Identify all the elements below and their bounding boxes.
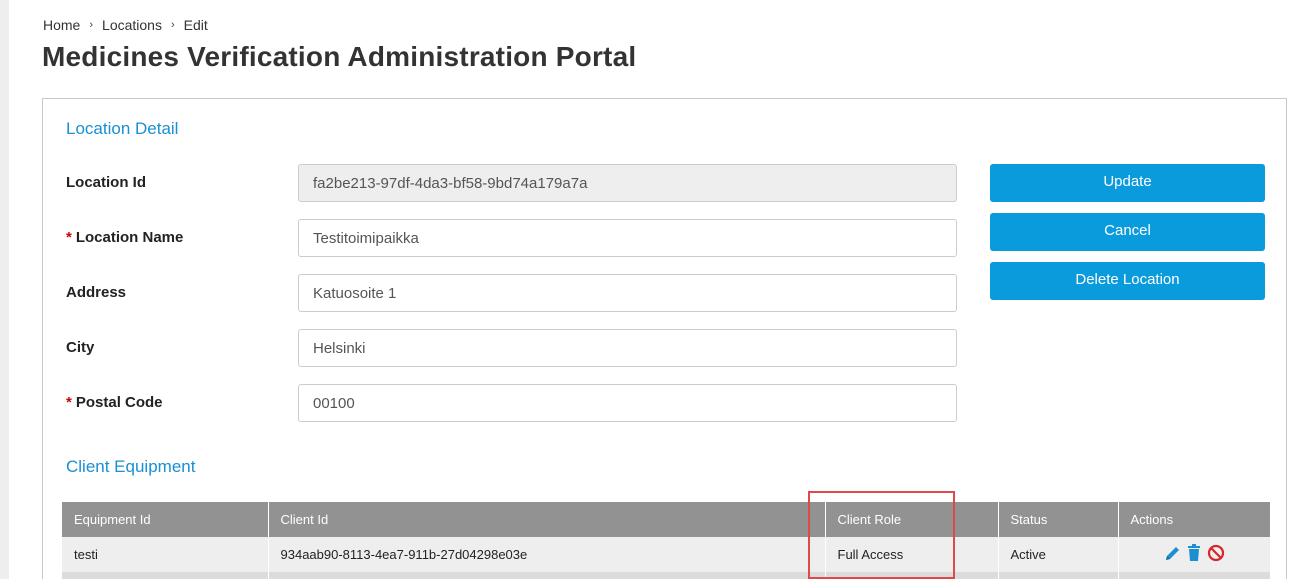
cell-actions: [1118, 537, 1270, 572]
postal-code-label: * Postal Code: [66, 394, 163, 411]
location-panel: Location Detail Location Id fa2be213-97d…: [42, 98, 1287, 579]
breadcrumb: Home › Locations › Edit: [43, 17, 208, 33]
table-row: testi 934aab90-8113-4ea7-911b-27d04298e0…: [62, 537, 1270, 572]
cancel-button[interactable]: Cancel: [990, 213, 1265, 251]
update-button[interactable]: Update: [990, 164, 1265, 202]
address-label: Address: [66, 284, 127, 301]
breadcrumb-home-link[interactable]: Home: [43, 17, 80, 33]
table-row: [62, 572, 1270, 579]
column-header-client-role[interactable]: Client Role: [825, 502, 999, 537]
table-cell: [268, 572, 826, 579]
cell-status: Active: [998, 537, 1119, 572]
page-title: Medicines Verification Administration Po…: [42, 41, 637, 72]
delete-location-button[interactable]: Delete Location: [990, 262, 1265, 300]
location-name-label-text: Location Name: [75, 229, 184, 246]
location-name-input[interactable]: Testitoimipaikka: [298, 219, 957, 257]
breadcrumb-separator: ›: [170, 19, 175, 31]
column-header-status[interactable]: Status: [998, 502, 1119, 537]
trash-icon[interactable]: [1187, 544, 1201, 565]
location-id-label: Location Id: [66, 174, 146, 191]
column-header-equipment-id[interactable]: Equipment Id: [62, 502, 269, 537]
table-cell: [825, 572, 999, 579]
location-id-field: fa2be213-97df-4da3-bf58-9bd74a179a7a: [298, 164, 957, 202]
column-header-client-id[interactable]: Client Id: [268, 502, 826, 537]
location-name-label: * Location Name: [66, 229, 183, 246]
address-input[interactable]: Katuosoite 1: [298, 274, 957, 312]
breadcrumb-current: Edit: [183, 17, 208, 33]
postal-code-label-text: Postal Code: [75, 394, 163, 411]
left-rail: [0, 0, 9, 579]
city-input[interactable]: Helsinki: [298, 329, 957, 367]
table-cell: [62, 572, 269, 579]
location-detail-heading: Location Detail: [66, 119, 179, 138]
cell-equipment-id: testi: [62, 537, 269, 572]
ban-icon[interactable]: [1207, 544, 1225, 565]
client-equipment-table: Equipment Id Client Id Client Role Statu…: [62, 502, 1270, 579]
cell-client-role: Full Access: [825, 537, 999, 572]
column-header-actions: Actions: [1118, 502, 1270, 537]
required-marker: *: [66, 229, 72, 246]
breadcrumb-separator: ›: [89, 19, 94, 31]
cell-client-id: 934aab90-8113-4ea7-911b-27d04298e03e: [268, 537, 826, 572]
required-marker: *: [66, 394, 72, 411]
pencil-icon[interactable]: [1164, 544, 1182, 565]
table-cell: [1118, 572, 1270, 579]
table-cell: [998, 572, 1119, 579]
breadcrumb-locations-link[interactable]: Locations: [102, 17, 162, 33]
postal-code-input[interactable]: 00100: [298, 384, 957, 422]
table-header-row: Equipment Id Client Id Client Role Statu…: [62, 502, 1270, 537]
city-label: City: [66, 339, 95, 356]
client-equipment-heading: Client Equipment: [66, 457, 196, 476]
